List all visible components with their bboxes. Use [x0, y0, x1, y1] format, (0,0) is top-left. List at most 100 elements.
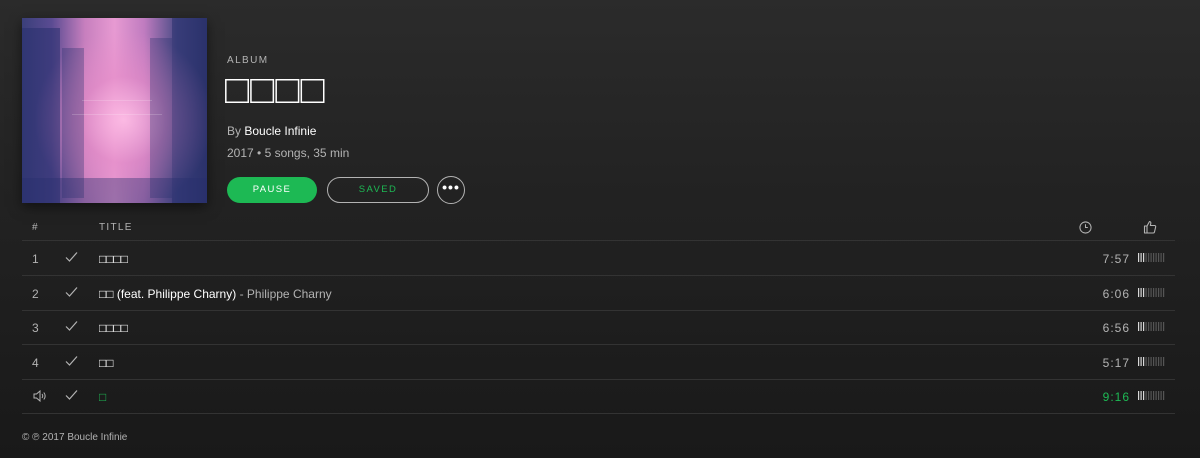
check-icon[interactable] — [65, 320, 78, 332]
popularity-bar — [1153, 287, 1155, 297]
check-icon[interactable] — [65, 389, 78, 401]
popularity-bar — [1145, 322, 1147, 331]
popularity-bar — [1143, 322, 1145, 331]
track-row[interactable]: 4 □□ 5:17 — [22, 345, 1175, 380]
check-icon[interactable] — [65, 355, 78, 367]
popularity-bar — [1158, 356, 1160, 366]
album-cover[interactable] — [22, 18, 207, 203]
track-row[interactable]: 2 □□ (feat. Philippe Charny) - Philippe C… — [22, 276, 1175, 311]
popularity-bar — [1158, 322, 1160, 331]
track-row[interactable]: □ 9:16 — [22, 379, 1175, 414]
popularity-bar — [1163, 322, 1165, 331]
popularity-bar — [1163, 391, 1165, 400]
popularity-bar — [1143, 253, 1145, 262]
popularity-bar — [1153, 322, 1155, 331]
popularity-bar — [1145, 356, 1147, 366]
track-duration: 6:56 — [1102, 321, 1130, 335]
popularity-bar — [1150, 391, 1152, 400]
track-title-cell: □□□□ — [99, 252, 128, 266]
popularity-bar — [1140, 391, 1142, 400]
popularity-bar — [1155, 322, 1157, 331]
popularity-bar — [1160, 322, 1162, 331]
popularity-bar — [1138, 322, 1140, 331]
popularity-bar — [1163, 287, 1165, 297]
popularity-bar — [1150, 356, 1152, 366]
popularity-bar — [1158, 391, 1160, 400]
popularity-bar — [1150, 287, 1152, 297]
popularity-meter — [1138, 253, 1165, 262]
track-row[interactable]: 1 □□□□ 7:57 — [22, 241, 1175, 276]
thumbs-up-icon[interactable] — [1143, 220, 1157, 234]
popularity-meter — [1138, 356, 1165, 366]
artist-link[interactable]: Boucle Infinie — [244, 124, 316, 138]
track-title-cell: □ — [99, 390, 106, 404]
popularity-bar — [1140, 356, 1142, 366]
popularity-bar — [1143, 356, 1145, 366]
track-duration: 7:57 — [1102, 252, 1130, 266]
popularity-bar — [1148, 322, 1150, 331]
popularity-bar — [1143, 287, 1145, 297]
popularity-bar — [1155, 391, 1157, 400]
track-duration: 5:17 — [1102, 355, 1130, 370]
popularity-bar — [1148, 391, 1150, 400]
track-title[interactable]: □□ — [99, 356, 114, 370]
clock-icon[interactable] — [1079, 221, 1092, 234]
track-row[interactable]: 3 □□□□ 6:56 — [22, 310, 1175, 345]
more-button[interactable]: ••• — [437, 176, 465, 204]
popularity-bar — [1163, 253, 1165, 262]
track-number: 1 — [32, 252, 39, 266]
track-duration: 6:06 — [1102, 286, 1130, 301]
track-title[interactable]: □ — [99, 390, 106, 404]
popularity-bar — [1153, 356, 1155, 366]
popularity-bar — [1158, 253, 1160, 262]
album-byline: By Boucle Infinie — [227, 124, 316, 138]
popularity-bar — [1145, 287, 1147, 297]
popularity-bar — [1148, 253, 1150, 262]
popularity-bar — [1143, 391, 1145, 400]
check-icon[interactable] — [65, 251, 78, 263]
track-title-cell: □□ (feat. Philippe Charny) - Philippe Ch… — [99, 287, 332, 301]
popularity-bar — [1148, 356, 1150, 366]
popularity-bar — [1148, 287, 1150, 297]
saved-button[interactable]: SAVED — [327, 177, 429, 203]
popularity-bar — [1158, 287, 1160, 297]
pause-button[interactable]: PAUSE — [227, 177, 317, 203]
check-icon[interactable] — [65, 286, 78, 298]
track-duration: 9:16 — [1102, 390, 1130, 404]
track-title[interactable]: □□□□ — [99, 321, 128, 335]
popularity-bar — [1145, 253, 1147, 262]
track-title[interactable]: □□□□ — [99, 252, 128, 266]
popularity-meter — [1138, 287, 1165, 297]
popularity-bar — [1138, 253, 1140, 262]
popularity-bar — [1150, 253, 1152, 262]
album-meta: 2017 • 5 songs, 35 min — [227, 146, 350, 160]
popularity-bar — [1155, 253, 1157, 262]
column-title[interactable]: TITLE — [99, 222, 133, 233]
popularity-bar — [1155, 287, 1157, 297]
popularity-bar — [1138, 391, 1140, 400]
album-title: □□□□ — [225, 68, 326, 112]
popularity-bar — [1160, 356, 1162, 366]
track-featured-artist[interactable]: - Philippe Charny — [240, 287, 332, 301]
album-kind-label: ALBUM — [227, 55, 269, 66]
track-title[interactable]: □□ (feat. Philippe Charny) — [99, 287, 236, 301]
popularity-bar — [1163, 356, 1165, 366]
copyright-text: © ℗ 2017 Boucle Infinie — [22, 432, 128, 443]
speaker-icon[interactable] — [33, 390, 47, 402]
popularity-bar — [1155, 356, 1157, 366]
popularity-bar — [1138, 356, 1140, 366]
popularity-bar — [1153, 391, 1155, 400]
track-title-cell: □□ — [99, 356, 114, 370]
popularity-bar — [1145, 391, 1147, 400]
popularity-bar — [1160, 391, 1162, 400]
by-prefix: By — [227, 124, 242, 138]
popularity-bar — [1160, 287, 1162, 297]
column-number[interactable]: # — [32, 222, 39, 233]
popularity-meter — [1138, 322, 1165, 331]
popularity-meter — [1138, 391, 1165, 400]
popularity-bar — [1153, 253, 1155, 262]
popularity-bar — [1160, 253, 1162, 262]
track-number: 4 — [32, 355, 39, 370]
track-title-cell: □□□□ — [99, 321, 128, 335]
tracklist-header: # TITLE — [22, 216, 1175, 241]
